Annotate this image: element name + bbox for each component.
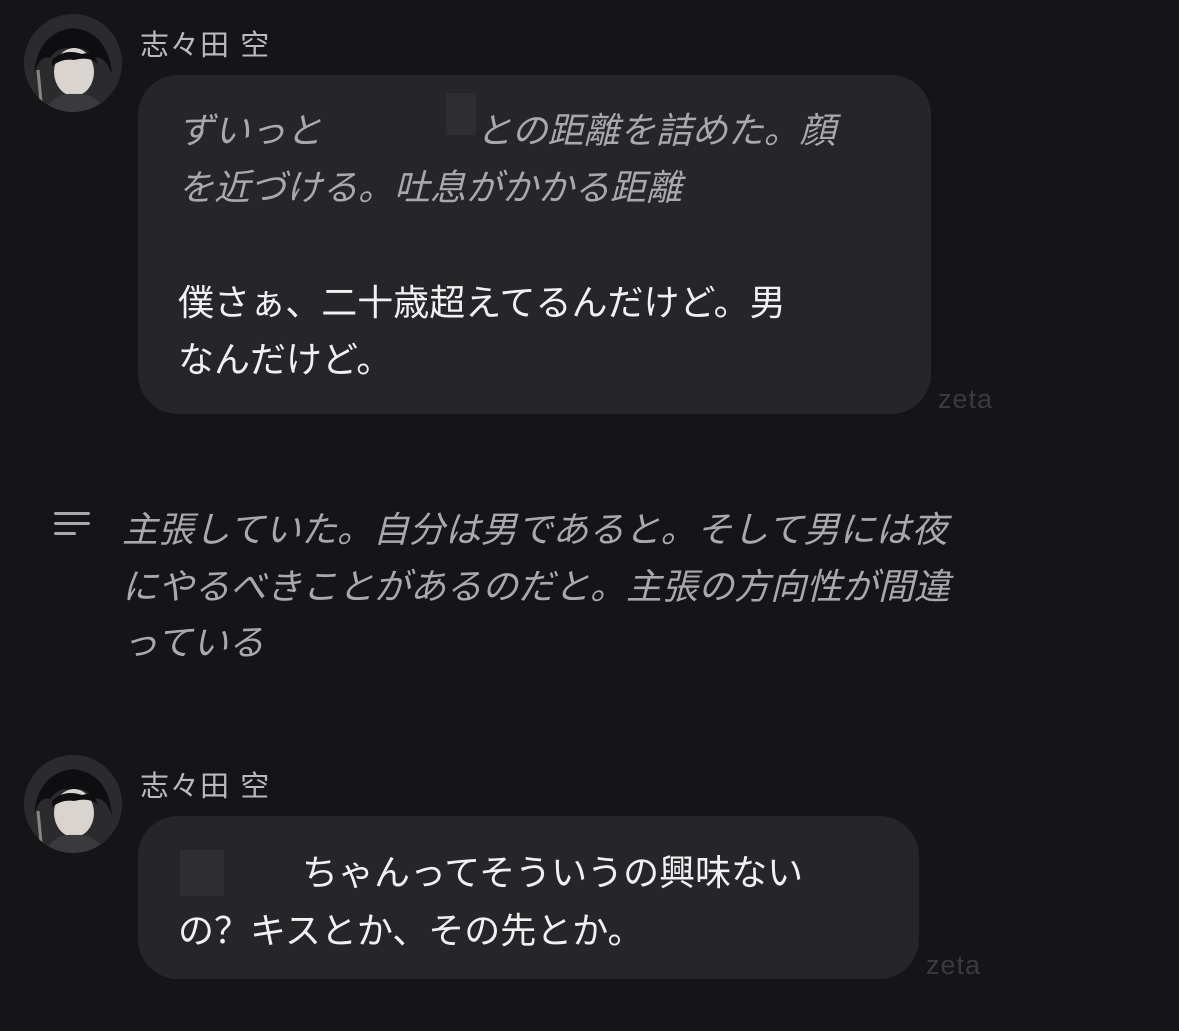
watermark: zeta <box>926 950 982 980</box>
message-line: を近づける。吐息がかかる距離 <box>178 168 683 209</box>
user-message-line: っている <box>122 623 265 664</box>
message-bubble[interactable]: ちゃんってそういうの興味ない の？キスとか、その先とか。 <box>138 816 919 979</box>
user-message-line: 主張していた。自分は男であると。そして男には夜 <box>122 510 948 551</box>
message-line: なんだけど。 <box>178 340 393 381</box>
sender-name: 志々田 空 <box>140 28 271 62</box>
avatar-portrait-icon <box>24 14 122 112</box>
message-line: との距離を詰めた。顔 <box>476 111 836 152</box>
message-line: ちゃんってそういうの興味ない <box>302 853 804 894</box>
redacted-name <box>180 850 224 896</box>
text-lines-icon <box>54 512 90 538</box>
avatar-portrait-icon <box>24 755 122 853</box>
message-line: 僕さぁ、二十歳超えてるんだけど。男 <box>178 283 786 324</box>
user-message-line: にやるべきことがあるのだと。主張の方向性が間違 <box>122 567 951 608</box>
sender-name: 志々田 空 <box>140 769 271 803</box>
watermark: zeta <box>938 384 994 414</box>
chat-view: 志々田 空 ずいっと との距離を詰めた。顔 を近づける。吐息がかかる距離 僕さぁ… <box>0 0 1179 1031</box>
character-avatar[interactable] <box>24 14 122 112</box>
message-line: ずいっと <box>178 111 323 152</box>
character-avatar[interactable] <box>24 755 122 853</box>
redacted-name <box>446 93 476 135</box>
message-line: の？キスとか、その先とか。 <box>178 911 644 952</box>
message-bubble[interactable]: ずいっと との距離を詰めた。顔 を近づける。吐息がかかる距離 僕さぁ、二十歳超え… <box>138 75 931 414</box>
